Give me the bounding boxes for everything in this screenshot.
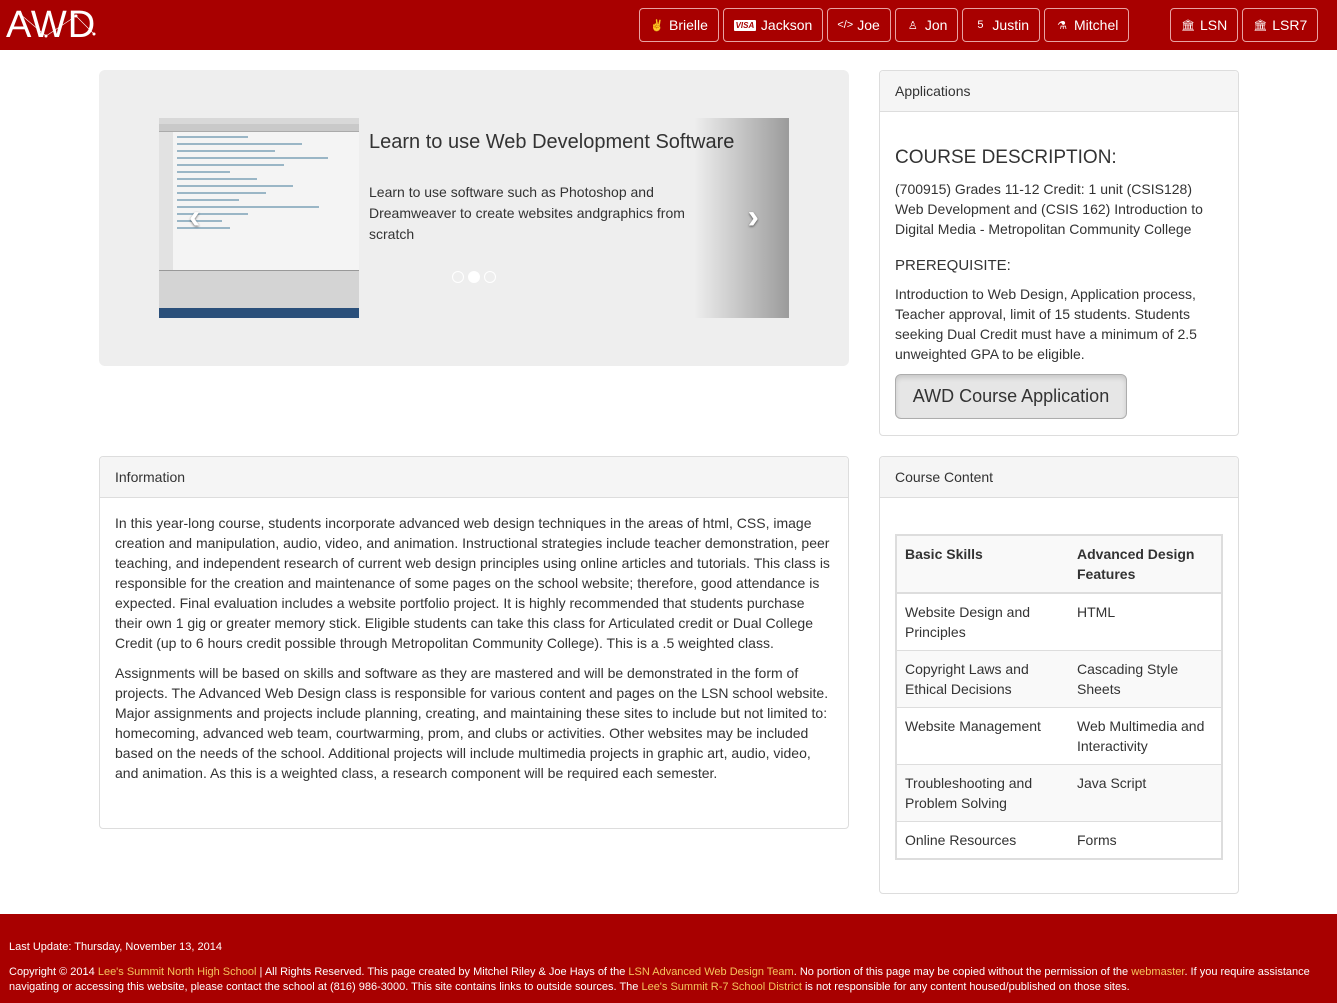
copyright-segment: Copyright © 2014 [9, 966, 98, 978]
applications-heading: Applications [880, 71, 1238, 112]
carousel-indicator[interactable] [452, 271, 464, 283]
course-content-heading: Course Content [880, 457, 1238, 498]
visa-card-icon: VISA [733, 19, 757, 31]
table-cell: HTML [1069, 592, 1221, 651]
last-update: Last Update: Thursday, November 13, 2014 [9, 941, 222, 953]
nav-label: LSR7 [1272, 17, 1308, 33]
nav-label: Jackson [760, 17, 813, 33]
applications-panel: Applications COURSE DESCRIPTION: (700915… [879, 70, 1239, 436]
prerequisite-title: PREREQUISITE: [895, 257, 1011, 274]
page-footer: Last Update: Thursday, November 13, 2014… [0, 914, 1337, 1003]
nav-school-lsr7[interactable]: 🏛 LSR7 [1242, 8, 1319, 42]
copyright-segment: | All Rights Reserved. This page created… [256, 966, 629, 978]
institution-icon: 🏛 [1181, 19, 1195, 32]
carousel-indicator[interactable] [484, 271, 496, 283]
table-cell: Copyright Laws and Ethical Decisions [897, 650, 1069, 708]
nav-label: Justin [992, 17, 1029, 33]
brand-logo[interactable]: AWD [6, 4, 96, 46]
prerequisite-text: Introduction to Web Design, Application … [895, 286, 1197, 362]
nav-school-lsn[interactable]: 🏛 LSN [1170, 8, 1239, 42]
chevron-right-icon[interactable]: › [748, 198, 759, 237]
table-row: Copyright Laws and Ethical Decisions Cas… [897, 650, 1221, 708]
nav-person-joe[interactable]: </> Joe [827, 8, 891, 42]
table-cell: Cascading Style Sheets [1069, 650, 1221, 708]
table-cell: Website Design and Principles [897, 592, 1069, 651]
html5-icon: 5 [977, 19, 984, 31]
nav-label: LSN [1200, 17, 1228, 33]
table-cell: Online Resources [897, 821, 1069, 858]
top-navbar: AWD ✌ Brielle VISA Jackson </> Joe ♙ Jon 5 Justin… [0, 0, 1337, 50]
course-application-button[interactable]: AWD Course Application [895, 374, 1127, 419]
nav-person-mitchel[interactable]: ⚗ Mitchel [1044, 8, 1130, 42]
nav-label: Brielle [669, 17, 708, 33]
table-cell: Forms [1069, 821, 1221, 858]
carousel-slide: Learn to use Web Development Software Le… [159, 118, 789, 318]
carousel-indicator-active[interactable] [468, 271, 480, 283]
table-cell: Web Multimedia and Interactivity [1069, 707, 1221, 765]
footer-link-district[interactable]: Lee's Summit R-7 School District [641, 981, 801, 993]
chevron-left-icon[interactable]: ‹ [189, 198, 200, 237]
circuit-decoration [18, 12, 96, 38]
carousel-indicators [452, 271, 496, 283]
course-description-text: (700915) Grades 11-12 Credit: 1 unit (CS… [895, 181, 1203, 237]
column-header-advanced-features: Advanced Design Features [1069, 536, 1221, 594]
table-row: Website Management Web Multimedia and In… [897, 707, 1221, 765]
course-description-title: COURSE DESCRIPTION: [895, 147, 1117, 168]
visa-card-icon: VISA [733, 18, 757, 32]
copyright-text: Copyright © 2014 Lee's Summit North High… [9, 965, 1328, 995]
information-panel: Information In this year-long course, st… [99, 456, 849, 829]
nav-person-brielle[interactable]: ✌ Brielle [639, 8, 719, 42]
nav-label: Jon [924, 17, 948, 33]
school-nav: 🏛 LSN 🏛 LSR7 [1170, 8, 1319, 42]
table-cell: Website Management [897, 707, 1069, 765]
copyright-segment: is not responsible for any content house… [801, 981, 1130, 993]
nav-person-jon[interactable]: ♙ Jon [894, 8, 959, 42]
footer-link-awd-team[interactable]: LSN Advanced Web Design Team [628, 966, 793, 978]
footer-link-lsn[interactable]: Lee's Summit North High School [98, 966, 257, 978]
table-row: Website Design and Principles HTML [897, 592, 1221, 651]
slide-description: Learn to use software such as Photoshop … [369, 184, 685, 242]
table-cell: Troubleshooting and Problem Solving [897, 764, 1069, 822]
table-cell: Java Script [1069, 764, 1221, 822]
table-row: Troubleshooting and Problem Solving Java… [897, 764, 1221, 822]
table-row: Online Resources Forms [897, 821, 1221, 858]
carousel-control-next-area[interactable] [694, 118, 789, 318]
hero-carousel: Learn to use Web Development Software Le… [99, 70, 849, 366]
people-nav: ✌ Brielle VISA Jackson </> Joe ♙ Jon 5 Justin ⚗ Mit… [639, 8, 1130, 42]
footer-link-webmaster[interactable]: webmaster [1131, 966, 1184, 978]
gamepad-icon: ⚗ [1057, 19, 1067, 32]
nav-label: Joe [857, 17, 880, 33]
course-content-table: Basic Skills Advanced Design Features We… [897, 536, 1221, 858]
nav-label: Mitchel [1074, 17, 1119, 33]
copyright-segment: . No portion of this page may be copied … [793, 966, 1132, 978]
code-icon: </> [837, 19, 854, 31]
information-paragraph: Assignments will be based on skills and … [115, 665, 829, 781]
column-header-basic-skills: Basic Skills [897, 536, 1069, 594]
information-paragraph: In this year-long course, students incor… [115, 515, 830, 651]
slide-title: Learn to use Web Development Software [369, 131, 735, 153]
institution-icon: 🏛 [1253, 19, 1268, 32]
information-heading: Information [100, 457, 848, 498]
nav-person-justin[interactable]: 5 Justin [962, 8, 1040, 42]
hand-peace-icon: ✌ [650, 19, 664, 32]
nav-person-jackson[interactable]: VISA Jackson [722, 8, 824, 42]
course-content-panel: Course Content Basic Skills Advanced Des… [879, 456, 1239, 894]
linux-tux-icon: ♙ [907, 19, 918, 32]
